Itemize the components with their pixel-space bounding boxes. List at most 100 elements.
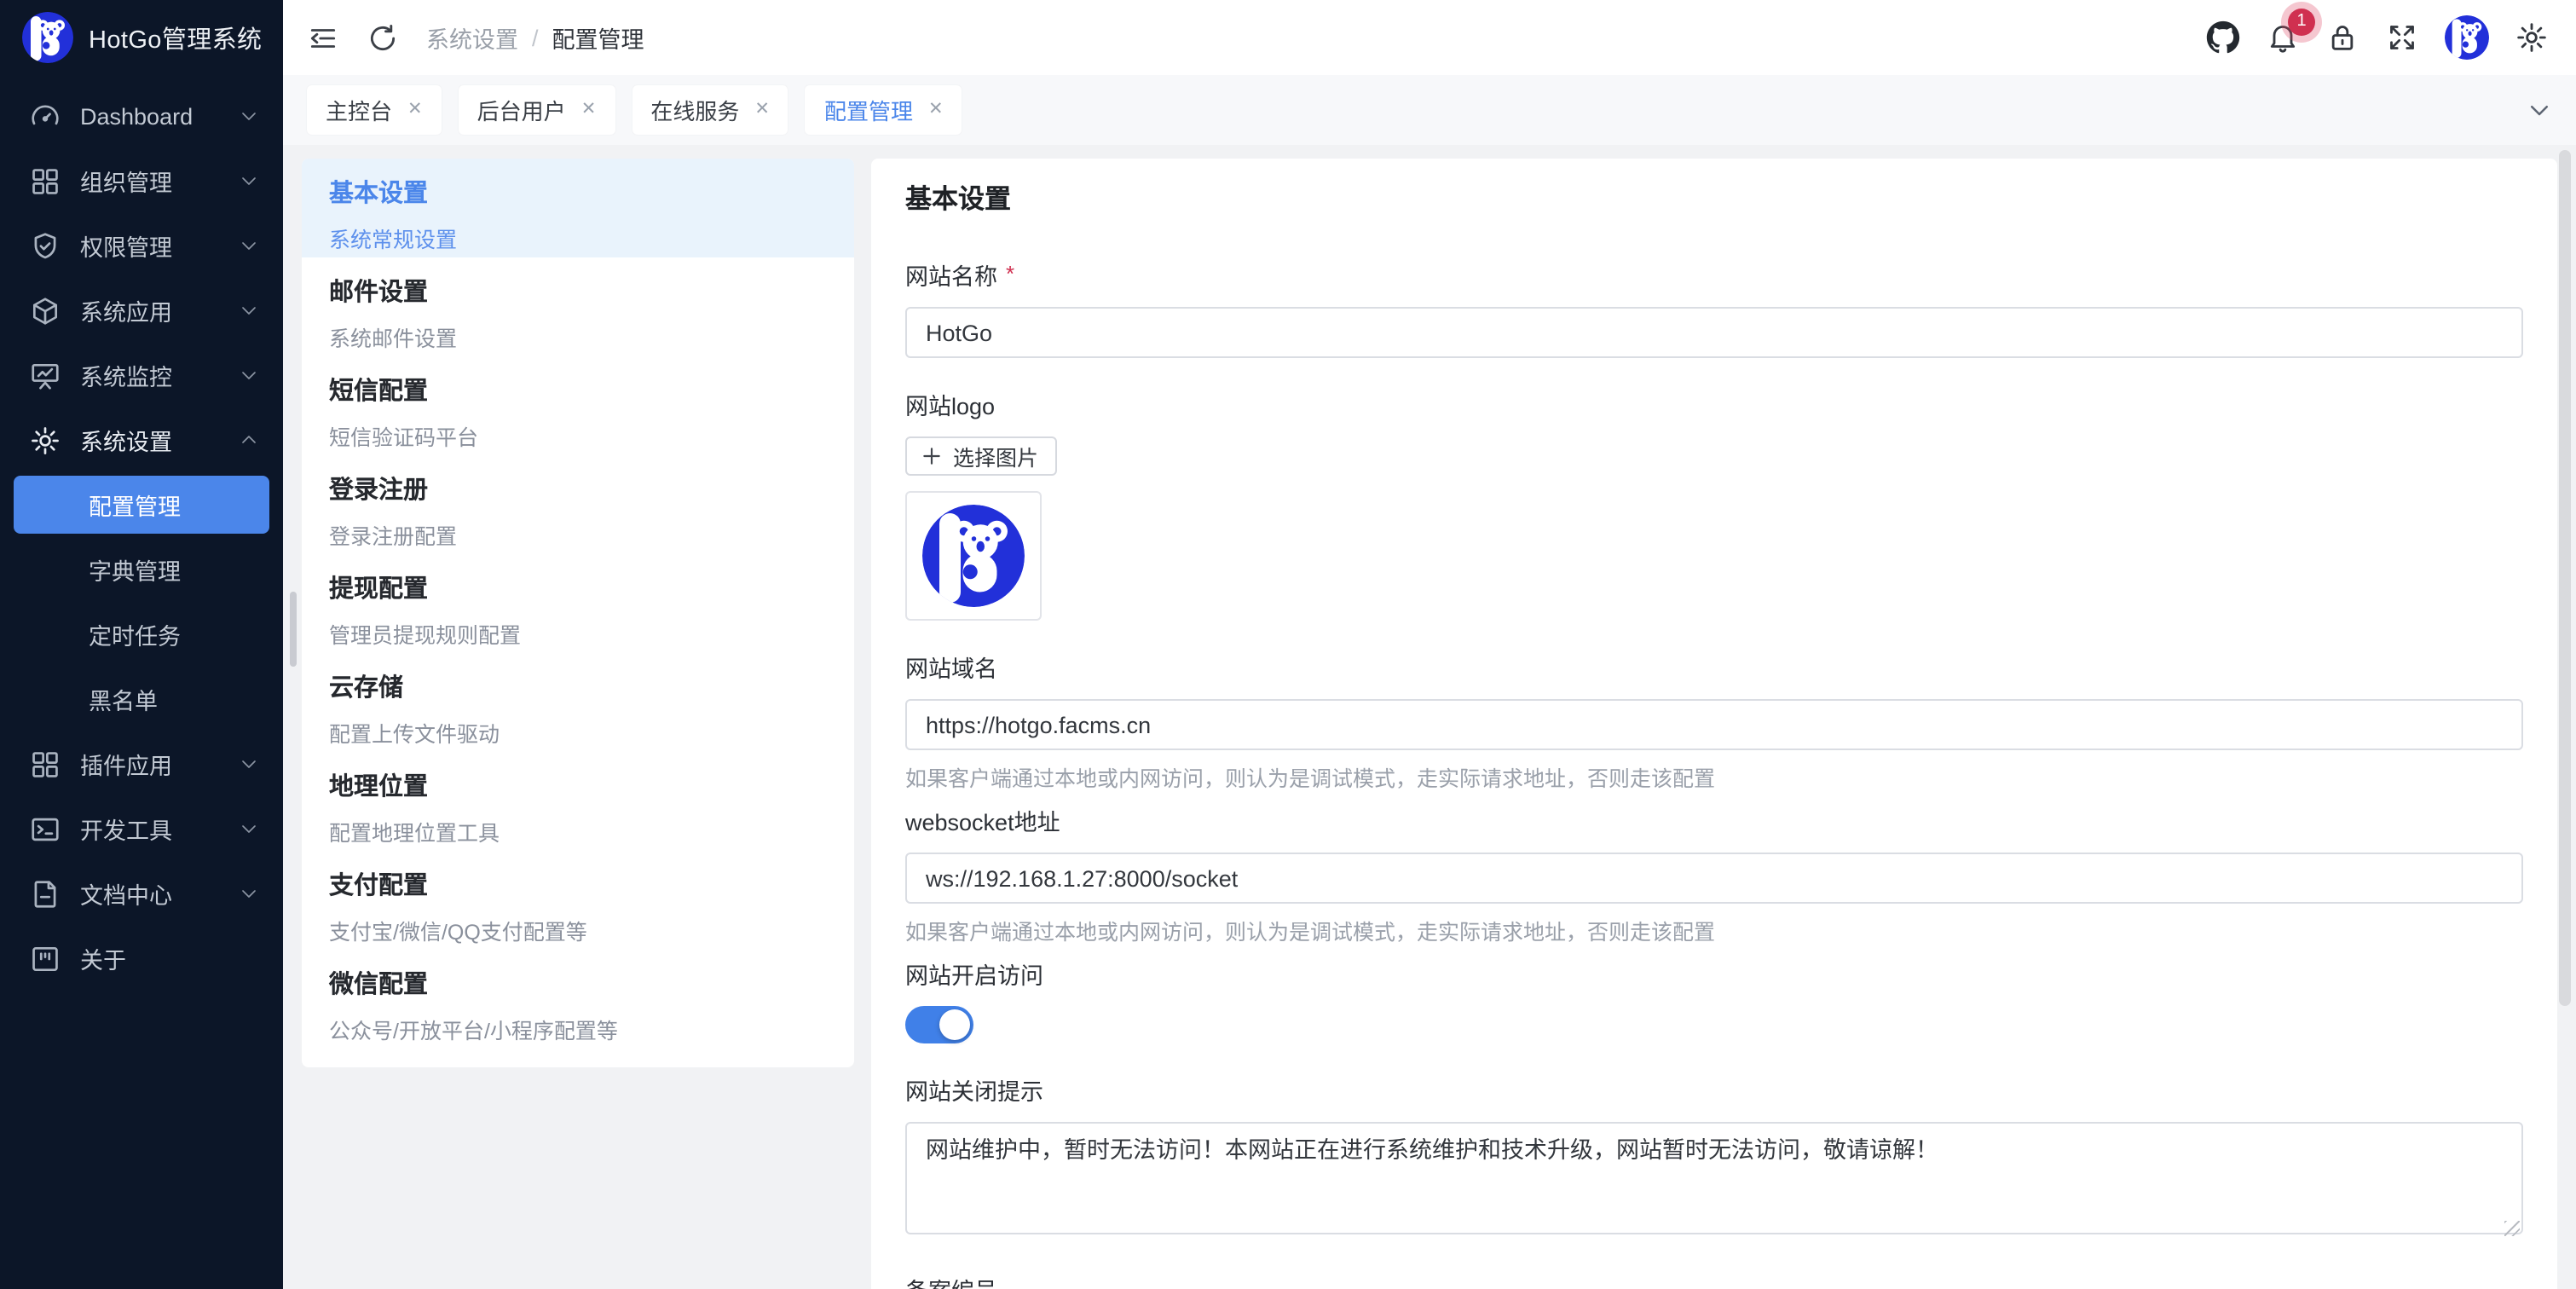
document-icon [29, 877, 61, 910]
grid-icon [29, 165, 61, 197]
choose-image-button[interactable]: 选择图片 [905, 436, 1057, 476]
sidebar-item-system-monitor[interactable]: 系统监控 [0, 343, 283, 408]
app-title: HotGo管理系统 [89, 20, 262, 55]
app-logo-icon [22, 12, 73, 63]
tab-options-chevron-icon[interactable] [2527, 97, 2552, 123]
sidebar-subitem-blacklist[interactable]: 黑名单 [0, 667, 283, 731]
shield-check-icon [29, 229, 61, 262]
grid-icon [29, 748, 61, 780]
user-avatar[interactable] [2445, 15, 2489, 60]
tab-close-icon[interactable]: ✕ [581, 101, 597, 119]
lock-icon[interactable] [2325, 20, 2359, 55]
app-logo[interactable]: HotGo管理系统 [0, 0, 283, 75]
sidebar-menu: Dashboard 组织管理 权限管理 系统应用 系统监控 [0, 84, 283, 1289]
site-logo-preview[interactable] [905, 491, 1042, 621]
sidebar-item-dev-tools[interactable]: 开发工具 [0, 796, 283, 861]
settings-nav-item-geo[interactable]: 地理位置 配置地理位置工具 [302, 752, 854, 851]
settings-nav-item-login[interactable]: 登录注册 登录注册配置 [302, 455, 854, 554]
tab-admin-users[interactable]: 后台用户 ✕ [459, 85, 615, 135]
top-header: 系统设置 / 配置管理 1 [283, 0, 2576, 75]
chevron-down-icon [239, 300, 259, 321]
breadcrumb: 系统设置 / 配置管理 [426, 20, 644, 55]
site-logo-label: 网站logo [905, 387, 995, 421]
resize-grip-icon[interactable] [2504, 1221, 2520, 1236]
tab-close-icon[interactable]: ✕ [754, 101, 770, 119]
chevron-down-icon [239, 883, 259, 904]
site-name-input[interactable] [905, 307, 2523, 358]
settings-nav-item-cloud-storage[interactable]: 云存储 配置上传文件驱动 [302, 653, 854, 752]
field-close-tip: 网站关闭提示 网站维护中，暂时无法访问！本网站正在进行系统维护和技术升级，网站暂… [905, 1072, 2523, 1243]
sidebar-subitem-scheduled-tasks[interactable]: 定时任务 [0, 602, 283, 667]
page-scrollbar[interactable] [2559, 150, 2571, 1006]
domain-help-text: 如果客户端通过本地或内网访问，则认为是调试模式，走实际请求地址，否则走该配置 [905, 760, 2523, 793]
github-icon[interactable] [2206, 20, 2240, 55]
websocket-help-text: 如果客户端通过本地或内网访问，则认为是调试模式，走实际请求地址，否则走该配置 [905, 914, 2523, 946]
main-area: 系统设置 / 配置管理 1 [283, 0, 2576, 1289]
field-site-logo: 网站logo 选择图片 [905, 387, 2523, 621]
chevron-down-icon [239, 818, 259, 839]
tab-config-management[interactable]: 配置管理 ✕ [806, 85, 962, 135]
tab-online-service[interactable]: 在线服务 ✕ [632, 85, 788, 135]
sidebar-item-doc-center[interactable]: 文档中心 [0, 861, 283, 926]
settings-nav-item-email[interactable]: 邮件设置 系统邮件设置 [302, 257, 854, 356]
tab-dashboard[interactable]: 主控台 ✕ [307, 85, 442, 135]
site-access-label: 网站开启访问 [905, 957, 1043, 991]
gear-icon [29, 424, 61, 456]
site-logo-image [922, 505, 1025, 607]
collapse-sidebar-icon[interactable] [307, 21, 339, 54]
icp-label: 备案编号 [905, 1272, 997, 1289]
settings-panel-scrollbar[interactable] [290, 592, 297, 667]
chevron-down-icon [239, 106, 259, 126]
settings-nav-item-wechat[interactable]: 微信配置 公众号/开放平台/小程序配置等 [302, 950, 854, 1049]
required-asterisk: * [1006, 260, 1014, 286]
sidebar-item-system-app[interactable]: 系统应用 [0, 278, 283, 343]
domain-label: 网站域名 [905, 650, 997, 684]
websocket-input[interactable] [905, 853, 2523, 904]
form-title: 基本设置 [905, 179, 2523, 217]
breadcrumb-current: 配置管理 [552, 20, 644, 55]
tab-close-icon[interactable]: ✕ [407, 101, 423, 119]
sidebar-subitem-config-management[interactable]: 配置管理 [14, 476, 269, 534]
site-name-label: 网站名称 [905, 257, 997, 292]
sidebar-item-dashboard[interactable]: Dashboard [0, 84, 283, 148]
sidebar-subitem-dict-management[interactable]: 字典管理 [0, 537, 283, 602]
app-window: HotGo管理系统 Dashboard 组织管理 权限管理 系统应用 [0, 0, 2576, 1289]
monitor-chart-icon [29, 359, 61, 391]
site-access-toggle[interactable] [905, 1006, 973, 1043]
plus-icon [921, 445, 943, 467]
settings-nav-item-basic[interactable]: 基本设置 系统常规设置 [302, 159, 854, 257]
tab-close-icon[interactable]: ✕ [928, 101, 944, 119]
header-actions: 1 [2206, 15, 2549, 60]
refresh-icon[interactable] [367, 21, 399, 54]
field-site-access: 网站开启访问 [905, 957, 2523, 1043]
page-content: 基本设置 系统常规设置 邮件设置 系统邮件设置 短信配置 短信验证码平台 登录注… [283, 145, 2576, 1289]
basic-settings-form-card: 基本设置 网站名称 * 网站logo 选择图片 [871, 159, 2557, 1289]
sidebar-item-system-settings[interactable]: 系统设置 [0, 408, 283, 472]
field-site-name: 网站名称 * [905, 257, 2523, 358]
settings-nav-item-withdraw[interactable]: 提现配置 管理员提现规则配置 [302, 554, 854, 653]
sidebar-item-plugin-app[interactable]: 插件应用 [0, 731, 283, 796]
settings-nav-item-sms[interactable]: 短信配置 短信验证码平台 [302, 356, 854, 455]
sidebar: HotGo管理系统 Dashboard 组织管理 权限管理 系统应用 [0, 0, 283, 1289]
breadcrumb-parent[interactable]: 系统设置 [426, 20, 518, 55]
chevron-down-icon [239, 365, 259, 385]
settings-nav-item-payment[interactable]: 支付配置 支付宝/微信/QQ支付配置等 [302, 851, 854, 950]
chevron-up-icon [239, 430, 259, 450]
field-websocket: websocket地址 如果客户端通过本地或内网访问，则认为是调试模式，走实际请… [905, 803, 2523, 946]
domain-input[interactable] [905, 699, 2523, 750]
field-icp: 备案编号 [905, 1272, 2523, 1289]
sidebar-item-permission[interactable]: 权限管理 [0, 213, 283, 278]
sidebar-item-organization[interactable]: 组织管理 [0, 148, 283, 213]
chevron-down-icon [239, 754, 259, 774]
settings-gear-icon[interactable] [2515, 20, 2549, 55]
notification-badge: 1 [2288, 9, 2315, 36]
tab-bar: 主控台 ✕ 后台用户 ✕ 在线服务 ✕ 配置管理 ✕ [283, 75, 2576, 145]
sidebar-item-about[interactable]: 关于 [0, 926, 283, 991]
close-tip-textarea[interactable]: 网站维护中，暂时无法访问！本网站正在进行系统维护和技术升级，网站暂时无法访问，敬… [905, 1122, 2523, 1234]
settings-nav-card: 基本设置 系统常规设置 邮件设置 系统邮件设置 短信配置 短信验证码平台 登录注… [302, 159, 854, 1067]
close-tip-label: 网站关闭提示 [905, 1072, 1043, 1107]
notifications-bell-icon[interactable]: 1 [2266, 20, 2300, 55]
cube-icon [29, 294, 61, 327]
dashboard-icon [29, 100, 61, 132]
fullscreen-icon[interactable] [2385, 20, 2419, 55]
